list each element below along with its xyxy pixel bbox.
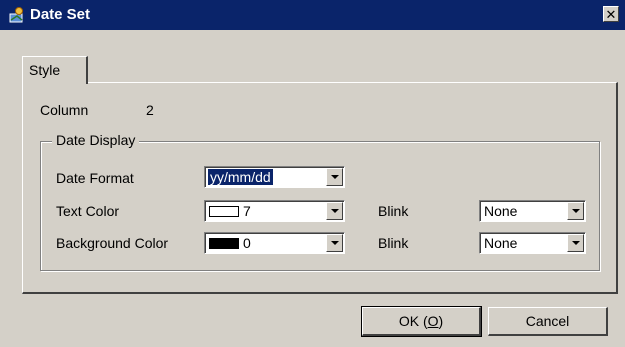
close-button[interactable]: ✕ <box>603 6 619 22</box>
date-format-value: yy/mm/dd <box>207 168 274 186</box>
background-color-swatch <box>209 238 239 249</box>
ok-button[interactable]: OK (O) <box>361 306 482 337</box>
column-value: 2 <box>146 102 154 118</box>
background-blink-label: Blink <box>378 235 409 251</box>
dialog-app-icon <box>9 7 23 23</box>
ok-label-suffix: ) <box>438 313 444 329</box>
tab-style-label: Style <box>29 62 61 78</box>
text-color-swatch <box>209 206 239 217</box>
date-format-label: Date Format <box>56 170 134 186</box>
background-blink-value: None <box>484 235 518 251</box>
chevron-down-icon[interactable] <box>326 234 343 252</box>
chevron-down-icon[interactable] <box>326 202 343 220</box>
cancel-button[interactable]: Cancel <box>488 307 608 336</box>
chevron-down-icon[interactable] <box>326 168 343 186</box>
title-bar: Date Set ✕ <box>0 0 625 30</box>
close-icon: ✕ <box>605 7 617 22</box>
background-color-label: Background Color <box>56 235 169 251</box>
date-format-combobox[interactable]: yy/mm/dd <box>204 166 345 188</box>
ok-label-mnemonic: O <box>427 313 439 329</box>
text-color-value: 7 <box>243 203 251 219</box>
background-color-value: 0 <box>243 235 251 251</box>
chevron-down-icon[interactable] <box>567 234 584 252</box>
ok-label-prefix: OK ( <box>398 313 428 329</box>
date-display-group-title: Date Display <box>52 132 140 148</box>
text-blink-label: Blink <box>378 203 409 219</box>
text-blink-combobox[interactable]: None <box>479 200 586 222</box>
column-label: Column <box>40 102 89 118</box>
text-blink-value: None <box>484 203 518 219</box>
window-title: Date Set <box>30 6 91 23</box>
background-color-combobox[interactable]: 0 <box>204 232 345 254</box>
chevron-down-icon[interactable] <box>567 202 584 220</box>
text-color-combobox[interactable]: 7 <box>204 200 345 222</box>
tab-style[interactable]: Style <box>22 56 88 84</box>
cancel-label: Cancel <box>525 313 570 329</box>
text-color-label: Text Color <box>56 203 120 219</box>
background-blink-combobox[interactable]: None <box>479 232 586 254</box>
